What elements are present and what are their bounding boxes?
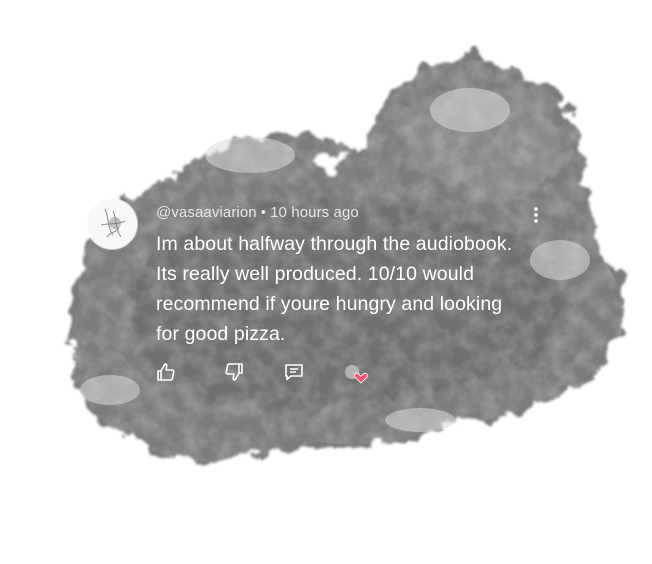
- creator-heart-icon[interactable]: [342, 362, 370, 386]
- comment-line: for good pizza.: [156, 323, 286, 345]
- comment-line: Its really well produced. 10/10 would: [156, 263, 475, 285]
- comment-screenshot: @vasaaviarion • 10 hours ago Im about half…: [0, 0, 652, 564]
- avatar[interactable]: [87, 199, 137, 249]
- avatar-image: [87, 199, 137, 249]
- reply-comment-icon[interactable]: [282, 360, 306, 384]
- comment-timestamp[interactable]: 10 hours ago: [270, 204, 359, 221]
- comment-card: @vasaaviarion • 10 hours ago Im about half…: [0, 0, 652, 564]
- comment-line: Im about halfway through the audiobook.: [156, 233, 513, 255]
- author-handle[interactable]: @vasaaviarion: [156, 204, 257, 221]
- comment-meta: @vasaaviarion • 10 hours ago: [156, 204, 359, 221]
- comment-text: Im about halfway through the audiobook. …: [156, 229, 556, 349]
- more-vertical-icon[interactable]: [530, 205, 542, 225]
- thumbs-up-icon[interactable]: [154, 360, 178, 384]
- meta-separator: •: [260, 204, 267, 221]
- comment-line: recommend if youre hungry and looking: [156, 293, 503, 315]
- thumbs-down-icon[interactable]: [222, 360, 246, 384]
